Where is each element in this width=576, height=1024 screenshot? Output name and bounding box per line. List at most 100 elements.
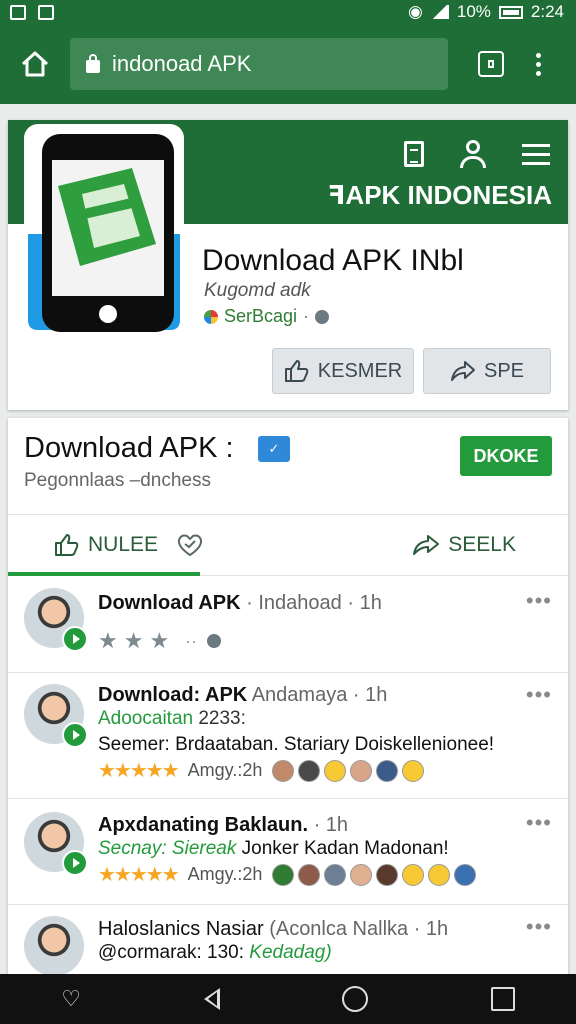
tab-share[interactable]: SEELK xyxy=(412,515,516,575)
post-meta: Andamaya · 1h xyxy=(251,684,388,706)
heart-icon[interactable]: ♡ xyxy=(61,986,81,1012)
reaction-avatar xyxy=(298,759,321,782)
play-badge-icon xyxy=(62,626,88,652)
back-button[interactable] xyxy=(203,988,220,1010)
share-arrow-icon xyxy=(413,535,440,555)
post-meta: · Indahoad · 1h xyxy=(246,592,382,614)
more-options-icon[interactable]: ••• xyxy=(526,810,552,836)
wifi-icon: ◉ xyxy=(408,2,423,21)
page-title: Download APK : xyxy=(24,432,234,464)
tab-switcher-button[interactable] xyxy=(478,51,504,77)
feed-post[interactable]: Download: APK Andamaya · 1h ••• Adoocait… xyxy=(8,672,568,799)
feed-post[interactable]: Haloslanics Nasiar (Aconlca Nallka · 1h … xyxy=(8,904,568,974)
feed-post[interactable]: Apxdanating Baklaun. · 1h ••• Secnay: Si… xyxy=(8,798,568,905)
star-rating-icon: ★★★★★ xyxy=(98,864,180,886)
post-author[interactable]: Apxdanating Baklaun. xyxy=(98,814,308,836)
globe-icon xyxy=(207,634,222,648)
page-card: Download APK : ✓ Pegonnlaas –dnchess DKO… xyxy=(8,418,568,974)
developer-icon xyxy=(204,309,218,324)
post-time: Amgy.:2h xyxy=(187,760,263,780)
post-tag: Adoocaitan xyxy=(98,708,194,729)
share-button[interactable]: SPE xyxy=(423,348,551,394)
post-author[interactable]: Haloslanics Nasiar xyxy=(98,918,264,940)
emoji-icon xyxy=(428,863,451,886)
emoji-icon xyxy=(402,863,425,886)
reaction-avatar xyxy=(324,863,347,886)
like-button[interactable]: KESMER xyxy=(272,348,414,394)
post-author[interactable]: Download: APK xyxy=(98,684,247,706)
like-button-label: KESMER xyxy=(317,359,403,382)
url-text: indonoad APK xyxy=(112,51,252,76)
clock: 2:24 xyxy=(530,2,564,21)
post-tag: Kedadag) xyxy=(249,942,332,963)
page-subtitle: Pegonnlaas –dnchess xyxy=(24,470,211,491)
reaction-avatar xyxy=(376,863,399,886)
reaction-avatar xyxy=(298,863,321,886)
reaction-avatar xyxy=(376,759,399,782)
overflow-menu-button[interactable] xyxy=(536,52,541,76)
share-arrow-icon xyxy=(450,361,475,381)
app-subtitle: Kugomd adk xyxy=(204,280,311,301)
browser-toolbar: indonoad APK xyxy=(0,24,576,104)
hamburger-menu-icon[interactable] xyxy=(522,143,550,165)
notification-icon xyxy=(38,4,54,20)
document-icon[interactable] xyxy=(404,141,424,167)
emoji-icon xyxy=(324,759,347,782)
url-bar[interactable]: indonoad APK xyxy=(70,38,448,90)
reaction-avatar xyxy=(350,759,373,782)
screenshot-icon xyxy=(10,4,26,20)
thumbs-up-icon xyxy=(284,360,309,382)
rating: ★★★★★ Amgy.:2h xyxy=(98,862,477,887)
refresh-badge-icon xyxy=(62,722,88,748)
emoji-icon xyxy=(454,863,477,886)
avatar[interactable] xyxy=(24,812,88,876)
star-rating-icon: ★★★★★ xyxy=(98,760,180,782)
more-options-icon[interactable]: ••• xyxy=(526,914,552,940)
share-button-label: SPE xyxy=(483,359,525,382)
battery-icon xyxy=(498,5,523,19)
reaction-avatar xyxy=(272,759,295,782)
tab-like[interactable]: NULEE xyxy=(54,515,158,575)
app-title: Download APK INbl xyxy=(202,244,464,277)
avatar[interactable] xyxy=(24,588,88,652)
heart-check-icon[interactable] xyxy=(176,515,204,575)
post-author[interactable]: Download APK xyxy=(98,592,241,614)
play-badge-icon xyxy=(62,850,88,876)
avatar[interactable] xyxy=(24,916,84,974)
reaction-avatar xyxy=(350,863,373,886)
post-count: 2233: xyxy=(198,708,246,729)
globe-icon xyxy=(315,309,330,324)
post-meta: · 1h xyxy=(313,814,349,836)
post-handle: @cormarak: 130: xyxy=(98,942,245,963)
lock-icon xyxy=(86,53,100,73)
recent-apps-button[interactable] xyxy=(490,987,515,1011)
post-time: Amgy.:2h xyxy=(187,864,263,884)
post-tag: Secnay: Siereak xyxy=(98,838,237,859)
reaction-avatar xyxy=(272,863,295,886)
home-circle-button[interactable] xyxy=(342,986,369,1012)
brand-name: ꟻAPK INDONESIA xyxy=(327,180,552,210)
system-nav-bar: ♡ xyxy=(0,974,576,1024)
avatar[interactable] xyxy=(24,684,88,748)
developer-name: SerBcagi xyxy=(224,306,298,326)
more-options-icon[interactable]: ••• xyxy=(526,588,552,614)
rating: ★★★★★ Amgy.:2h xyxy=(98,758,425,783)
follow-button[interactable]: DKOKE xyxy=(460,436,552,476)
status-bar: ◉ 10% 2:24 xyxy=(0,0,576,24)
home-button[interactable] xyxy=(0,24,70,104)
rating: ★★★ ·· xyxy=(98,628,222,654)
reaction-avatars xyxy=(272,759,425,782)
app-header-card: ꟻAPK INDONESIA Download APK INbl Kugomd … xyxy=(8,120,568,410)
battery-percent: 10% xyxy=(456,2,491,21)
user-icon[interactable] xyxy=(458,140,488,168)
tab-like-label: NULEE xyxy=(88,533,159,556)
app-logo xyxy=(24,124,184,334)
app-meta: SerBcagi · xyxy=(204,306,330,327)
reaction-avatars xyxy=(272,863,477,886)
home-icon xyxy=(21,51,49,77)
star-rating-icon: ★★★ xyxy=(98,628,176,653)
verified-badge-icon: ✓ xyxy=(258,436,290,462)
tab-share-label: SEELK xyxy=(448,533,516,556)
more-options-icon[interactable]: ••• xyxy=(526,682,552,708)
feed-post[interactable]: Download APK · Indahoad · 1h ••• ★★★ ·· xyxy=(8,574,568,673)
